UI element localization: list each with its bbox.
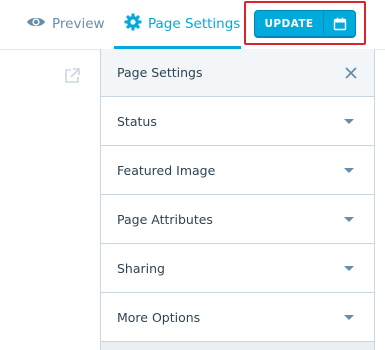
external-link-icon[interactable] <box>63 67 81 85</box>
chevron-down-icon <box>344 216 354 222</box>
section-label: Sharing <box>117 260 165 276</box>
gear-icon <box>124 13 142 35</box>
tab-page-settings-label: Page Settings <box>148 16 241 32</box>
chevron-down-icon <box>344 167 354 173</box>
chevron-down-icon <box>344 118 354 124</box>
tab-preview[interactable]: Preview <box>26 13 105 35</box>
update-button[interactable]: UPDATE <box>254 10 356 38</box>
update-button-label: UPDATE <box>255 11 324 37</box>
editor-toolbar: Preview Page Settings UPDATE <box>0 0 385 50</box>
calendar-icon[interactable] <box>324 11 355 37</box>
page-settings-panel: Page Settings Status Featured Image Page… <box>100 49 375 350</box>
section-label: More Options <box>117 309 201 325</box>
section-status[interactable]: Status <box>101 97 374 146</box>
section-more-options[interactable]: More Options <box>101 293 374 342</box>
close-icon[interactable] <box>344 66 358 80</box>
section-label: Featured Image <box>117 162 216 178</box>
tab-preview-label: Preview <box>52 16 105 32</box>
panel-footer <box>101 342 374 350</box>
section-page-attributes[interactable]: Page Attributes <box>101 195 374 244</box>
chevron-down-icon <box>344 265 354 271</box>
section-sharing[interactable]: Sharing <box>101 244 374 293</box>
eye-icon <box>26 15 46 33</box>
section-featured-image[interactable]: Featured Image <box>101 146 374 195</box>
tab-page-settings[interactable]: Page Settings <box>124 13 240 35</box>
panel-header: Page Settings <box>101 49 374 97</box>
chevron-down-icon <box>344 314 354 320</box>
section-label: Status <box>117 113 157 129</box>
panel-title: Page Settings <box>117 65 203 80</box>
section-label: Page Attributes <box>117 211 213 227</box>
